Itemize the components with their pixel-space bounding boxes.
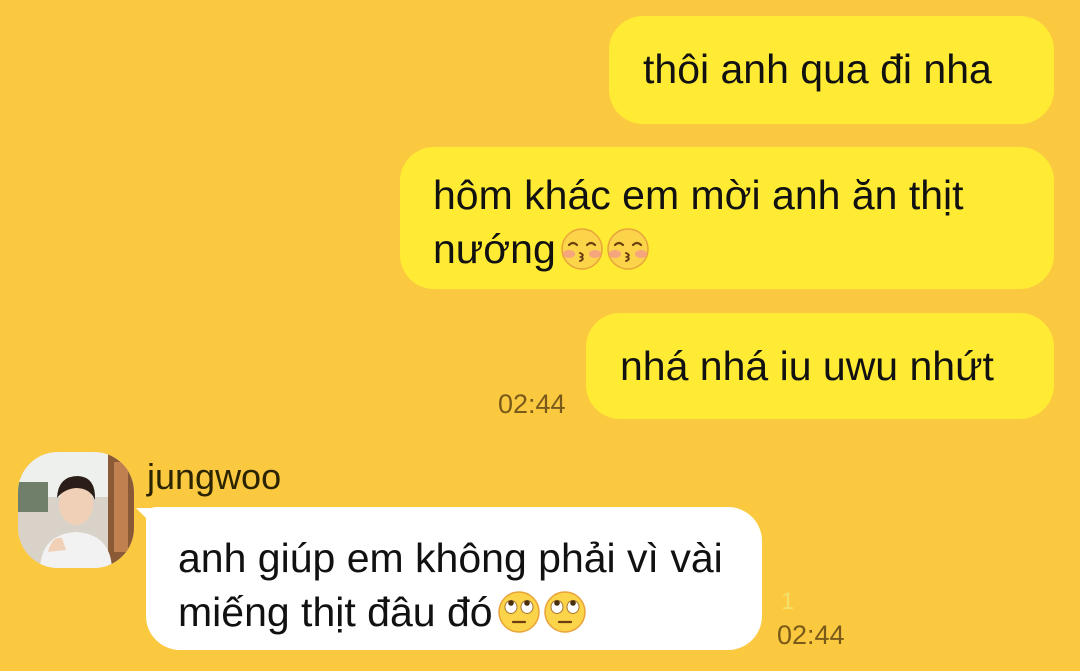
profile-photo — [18, 452, 134, 568]
message-text: thôi anh qua đi nha — [643, 46, 992, 92]
message-text: nhá nhá iu uwu nhứt — [620, 343, 994, 389]
message-timestamp: 02:44 — [498, 389, 566, 419]
face-with-rolling-eyes-emoji — [497, 591, 540, 633]
kissing-smiling-eyes-emoji — [561, 228, 603, 270]
message-text: hôm khác em mời anh ăn thịt nướng — [433, 172, 964, 272]
sender-name: jungwoo — [147, 456, 282, 497]
incoming-message-bubble[interactable]: anh giúp em không phải vì vài miếng thịt… — [146, 507, 762, 650]
outgoing-message-bubble[interactable]: hôm khác em mời anh ăn thịt nướng — [400, 147, 1054, 289]
message-text: anh giúp em không phải vì vài miếng thịt… — [178, 535, 723, 635]
face-with-rolling-eyes-emoji — [543, 591, 586, 633]
avatar[interactable] — [18, 452, 134, 568]
kissing-smiling-eyes-emoji — [607, 228, 649, 270]
outgoing-message-bubble[interactable]: nhá nhá iu uwu nhứt — [586, 313, 1054, 419]
unread-count: 1 — [781, 588, 795, 615]
message-timestamp: 02:44 — [777, 620, 845, 650]
outgoing-message-bubble[interactable]: thôi anh qua đi nha — [609, 16, 1054, 124]
